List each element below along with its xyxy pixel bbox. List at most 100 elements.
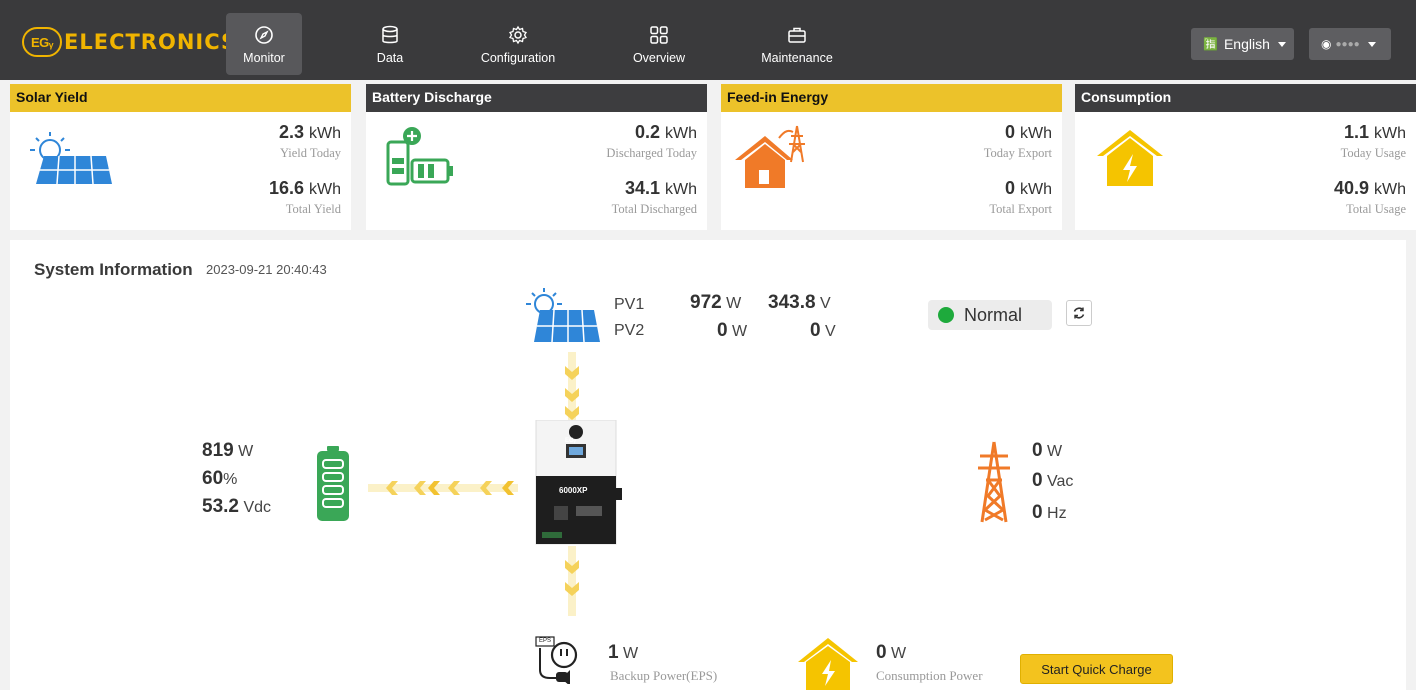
value: 53.2: [202, 496, 239, 517]
unit: Hz: [1047, 505, 1067, 522]
user-icon: ◉: [1321, 37, 1332, 51]
export-today: 0 kWh Today Export: [984, 122, 1052, 161]
top-navbar: EGᵧ ELECTRONICS Monitor Data Configurati…: [0, 0, 1416, 80]
value: 0: [717, 320, 728, 341]
value: 0: [1032, 470, 1043, 491]
usage-today: 1.1 kWh Today Usage: [1341, 122, 1406, 161]
metric-value: 40.9: [1333, 178, 1369, 198]
inverter-brand: EGᵧ: [565, 438, 576, 444]
user-menu[interactable]: ◉ ●●●●: [1309, 28, 1391, 60]
battery-soc: 60%: [202, 468, 237, 490]
unit: W: [732, 323, 748, 340]
nav-label: Overview: [632, 50, 686, 65]
translate-icon: 🈯: [1203, 37, 1218, 51]
metric-value: 0.2: [634, 122, 660, 142]
metric-value: 0: [1004, 178, 1015, 198]
status-text: Normal: [964, 304, 1023, 325]
status-dot: [938, 307, 954, 323]
house-power-icon: [796, 636, 860, 690]
nav-data[interactable]: Data: [362, 13, 418, 75]
solar-panel-icon: [22, 126, 112, 193]
metric-value: 0: [1004, 122, 1015, 142]
gear-icon: [507, 24, 529, 46]
battery-charge-icon: [386, 124, 456, 193]
card-battery-discharge: Battery Discharge 0.2 kWh Discharged Tod…: [366, 84, 707, 230]
battery-voltage: 53.2 Vdc: [202, 496, 271, 518]
metric-unit: kWh: [665, 181, 697, 198]
power-tower-icon: [976, 440, 1012, 529]
yield-today: 2.3 kWh Yield Today: [279, 122, 341, 161]
nav-label: Configuration: [480, 50, 556, 65]
nav-label: Data: [376, 50, 404, 65]
eps-power: 1 W: [608, 642, 638, 664]
logo-text: ELECTRONICS: [64, 30, 238, 54]
eps-flow-arrows: [562, 546, 582, 621]
metric-label: Today Usage: [1340, 146, 1406, 160]
language-dropdown[interactable]: 🈯 English: [1191, 28, 1294, 60]
metric-label: Total Yield: [285, 202, 341, 216]
eps-label: Backup Power(EPS): [610, 668, 718, 683]
value: 0: [876, 642, 887, 663]
value: 0: [810, 320, 821, 341]
pv2-voltage: 0 V: [810, 320, 836, 342]
battery-flow-arrows: [368, 478, 518, 503]
value: 0: [1032, 440, 1043, 461]
value: 343.8: [768, 292, 816, 313]
refresh-button[interactable]: [1066, 300, 1092, 326]
battery-icon: [316, 446, 350, 527]
card-title: Solar Yield: [10, 84, 351, 112]
logo-badge: EGᵧ: [22, 27, 62, 57]
unit: W: [891, 645, 907, 662]
user-name: ●●●●: [1335, 38, 1360, 50]
nav-label: Monitor: [243, 50, 285, 65]
briefcase-icon: [786, 24, 808, 46]
start-quick-charge-button[interactable]: Start Quick Charge: [1020, 654, 1173, 684]
chevron-down-icon: [1277, 41, 1286, 47]
yield-total: 16.6 kWh Total Yield: [269, 178, 341, 217]
metric-value: 1.1: [1343, 122, 1369, 142]
pv1-label: PV1: [614, 296, 645, 313]
database-icon: [379, 24, 401, 46]
metric-label: Total Usage: [1346, 202, 1406, 216]
compass-icon: [253, 24, 275, 46]
metric-label: Discharged Today: [606, 146, 697, 160]
nav-overview[interactable]: Overview: [624, 13, 694, 75]
pv2-label: PV2: [614, 322, 645, 339]
house-power-icon: [1095, 126, 1165, 193]
unit: Vac: [1047, 473, 1074, 490]
card-title: Battery Discharge: [366, 84, 707, 112]
system-information-panel: System Information 2023-09-21 20:40:43 P…: [10, 240, 1406, 690]
metric-unit: kWh: [309, 125, 341, 142]
brand-logo[interactable]: EGᵧ ELECTRONICS: [22, 26, 237, 58]
nav-maintenance[interactable]: Maintenance: [754, 13, 840, 75]
metric-label: Yield Today: [279, 146, 341, 160]
house-grid-icon: [733, 122, 813, 195]
nav-monitor[interactable]: Monitor: [226, 13, 302, 75]
refresh-icon: [1073, 307, 1085, 319]
grid-voltage: 0 Vac: [1032, 470, 1073, 492]
metric-unit: kWh: [1020, 125, 1052, 142]
consumption-power: 0 W: [876, 642, 906, 664]
card-title: Consumption: [1075, 84, 1416, 112]
metric-unit: kWh: [309, 181, 341, 198]
inverter-model: 6000XP: [559, 486, 588, 495]
nav-label: Maintenance: [761, 50, 833, 65]
discharged-today: 0.2 kWh Discharged Today: [606, 122, 697, 161]
pv1-voltage: 343.8 V: [768, 292, 831, 314]
solar-panel-icon: [520, 284, 600, 351]
grid-frequency: 0 Hz: [1032, 502, 1067, 524]
battery-power: 819 W: [202, 440, 253, 462]
metric-unit: kWh: [1374, 125, 1406, 142]
nav-configuration[interactable]: Configuration: [474, 13, 562, 75]
unit: V: [820, 295, 831, 312]
grid-icon: [648, 24, 670, 46]
metric-label: Today Export: [983, 146, 1052, 160]
metric-label: Total Discharged: [611, 202, 697, 216]
usage-total: 40.9 kWh Total Usage: [1334, 178, 1406, 217]
pv2-power: 0 W: [717, 320, 747, 342]
metric-value: 34.1: [624, 178, 660, 198]
pv-flow-arrows: [562, 352, 582, 425]
status-badge: Normal: [928, 300, 1052, 330]
eps-icon-label: EPS: [539, 638, 552, 644]
grid-power: 0 W: [1032, 440, 1062, 462]
